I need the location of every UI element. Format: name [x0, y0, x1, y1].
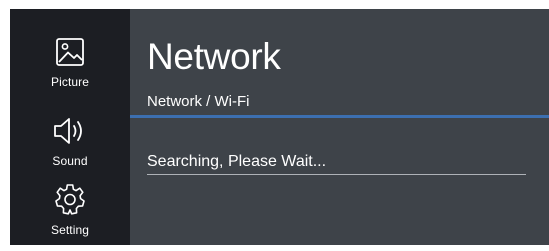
status-message: Searching, Please Wait... — [147, 153, 327, 170]
status-underline — [147, 174, 526, 175]
breadcrumb: Network / Wi-Fi — [147, 93, 250, 110]
network-panel: Network Network / Wi-Fi Searching, Pleas… — [130, 9, 549, 245]
sidebar-item-setting[interactable]: Setting — [10, 181, 130, 251]
header-divider — [130, 115, 549, 118]
page-title: Network — [147, 36, 281, 77]
speaker-icon — [52, 116, 88, 151]
sidebar-item-label: Setting — [50, 223, 90, 237]
gear-icon — [54, 183, 86, 220]
sidebar-item-picture[interactable]: Picture — [10, 35, 130, 105]
sidebar: Picture Sound Setting — [10, 9, 130, 245]
sidebar-item-label: Picture — [50, 75, 90, 89]
sidebar-item-sound[interactable]: Sound — [10, 114, 130, 184]
picture-icon — [55, 37, 85, 72]
sidebar-item-label: Sound — [52, 154, 88, 168]
